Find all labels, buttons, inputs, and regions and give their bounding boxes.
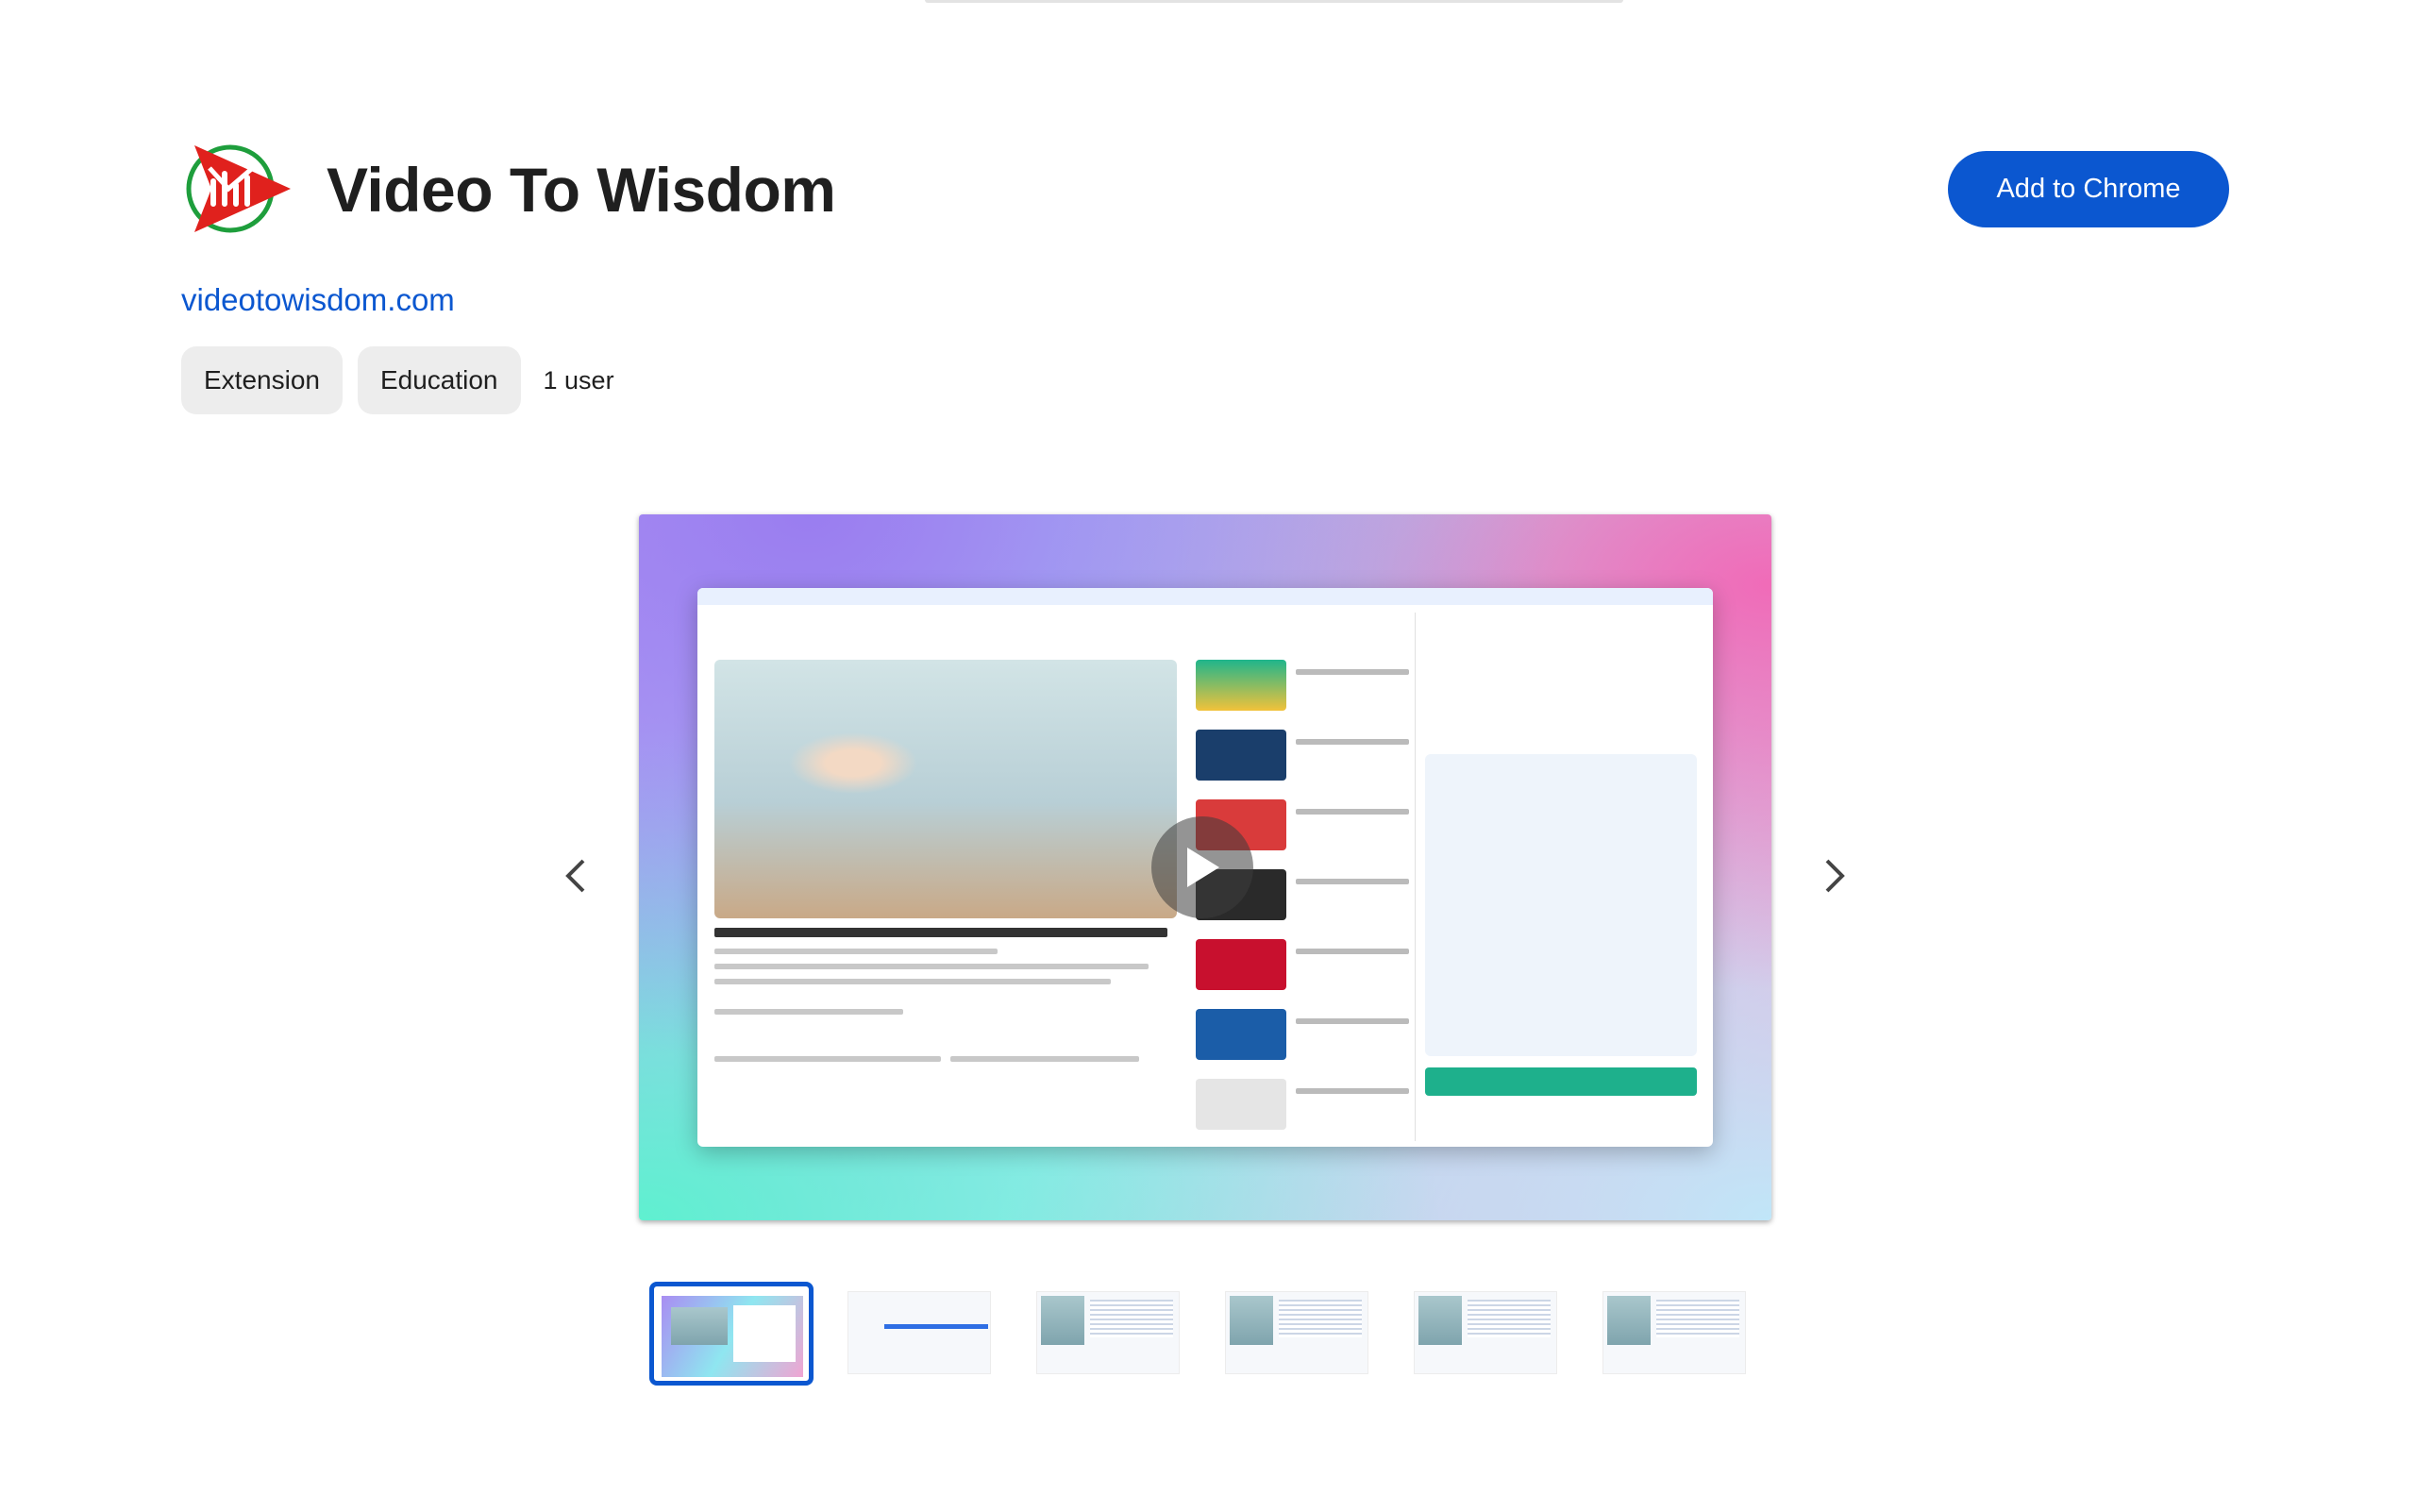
carousel-prev-button[interactable] <box>549 849 602 902</box>
category-chips: Extension Education 1 user <box>181 346 614 414</box>
carousel-main-slide[interactable] <box>639 514 1771 1220</box>
chevron-left-icon <box>565 859 585 893</box>
thumbnail-4[interactable] <box>1217 1282 1380 1384</box>
user-count: 1 user <box>543 365 614 395</box>
add-to-chrome-button[interactable]: Add to Chrome <box>1948 151 2229 227</box>
thumbnail-2[interactable] <box>840 1282 1002 1384</box>
chevron-right-icon <box>1825 859 1845 893</box>
top-edge <box>925 0 1623 3</box>
thumbnail-5[interactable] <box>1406 1282 1569 1384</box>
chip-extension[interactable]: Extension <box>181 346 343 414</box>
thumbnail-3[interactable] <box>1029 1282 1191 1384</box>
play-icon <box>1187 848 1219 887</box>
website-link[interactable]: videotowisdom.com <box>181 279 455 321</box>
thumbnail-6[interactable] <box>1595 1282 1757 1384</box>
extension-title: Video To Wisdom <box>327 155 836 225</box>
chip-education[interactable]: Education <box>357 346 521 414</box>
play-button[interactable] <box>1151 816 1253 918</box>
carousel-thumbnails <box>649 1282 1757 1386</box>
carousel-next-button[interactable] <box>1808 849 1861 902</box>
thumbnail-1[interactable] <box>649 1282 814 1386</box>
app-logo <box>186 144 291 233</box>
